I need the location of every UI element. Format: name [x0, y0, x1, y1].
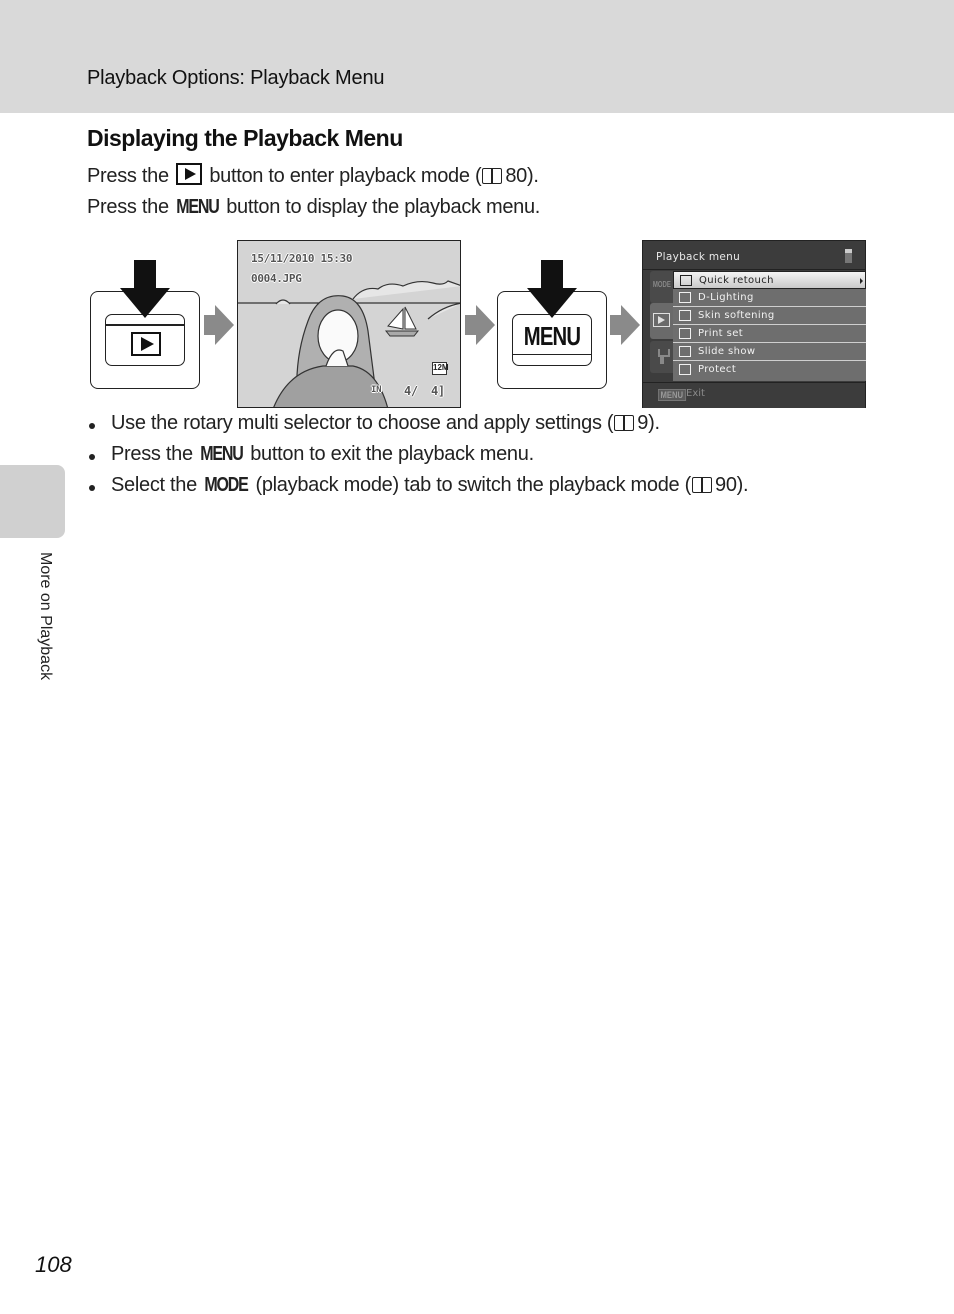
- step2-text-before: Press the: [87, 196, 169, 218]
- photo-file-name: 0004.JPG: [251, 272, 302, 285]
- key-icon: [679, 364, 691, 375]
- menu-item-quick-retouch[interactable]: Quick retouch: [673, 271, 866, 289]
- arrow-head: [120, 288, 170, 318]
- key-line: [513, 353, 591, 355]
- list-item-text: Press the MENU button to exit the playba…: [111, 443, 534, 466]
- list-item-text: Use the rotary multi selector to choose …: [111, 412, 660, 435]
- playback-button-key: [105, 314, 185, 366]
- page-number: 108: [35, 1252, 72, 1277]
- step-arrow-icon: [610, 305, 640, 345]
- running-title: Playback Options: Playback Menu: [87, 67, 385, 89]
- menu-item-d-lighting[interactable]: D-Lighting: [673, 289, 866, 307]
- bullet-dot: [89, 423, 95, 429]
- tab-mode[interactable]: MODE: [650, 271, 673, 303]
- tab-playback[interactable]: [650, 303, 673, 339]
- header-band: Playback Options: Playback Menu: [0, 0, 954, 113]
- arrow-head: [476, 305, 495, 345]
- bullet2-text-before: Press the: [111, 443, 193, 465]
- bullet1-close: ).: [648, 412, 660, 434]
- menu-button-glyph: MENU: [176, 196, 220, 218]
- bullet3-close: ).: [736, 474, 749, 496]
- book-reference-icon: [482, 168, 503, 184]
- quick-retouch-icon: [680, 275, 692, 286]
- press-down-arrow-icon: [120, 260, 170, 320]
- bullet-dot: [89, 485, 95, 491]
- playback-screen-illustration: 15/11/2010 15:30 0004.JPG 12M IN 4/ 4]: [237, 240, 461, 408]
- arrow-shaft: [541, 260, 563, 290]
- camera-menu-title: Playback menu: [656, 251, 741, 263]
- playback-menu-screen: Playback menu MODE Quick retouch D-Light…: [642, 240, 866, 408]
- bullet1-text: Use the rotary multi selector to choose …: [111, 412, 614, 434]
- menu-button-label: MENU: [523, 321, 581, 351]
- step1-ref-page[interactable]: 80: [505, 165, 527, 187]
- bullet1-ref-page[interactable]: 9: [637, 412, 648, 434]
- camera-menu-footer: MENU Exit: [643, 382, 865, 408]
- arrow-shaft: [134, 260, 156, 290]
- chapter-tab: [0, 465, 65, 538]
- menu-button-key: MENU: [512, 314, 592, 366]
- bullet3-text-before: Select the: [111, 474, 197, 496]
- step-display-menu: Press the MENU button to display the pla…: [87, 196, 540, 219]
- menu-item-label: Protect: [698, 364, 737, 375]
- menu-button-badge: MENU: [658, 389, 686, 401]
- menu-item-protect[interactable]: Protect: [673, 361, 866, 379]
- step2-text-after: button to display the playback menu.: [226, 196, 541, 218]
- arrow-head: [527, 288, 577, 318]
- bullet3-ref-page[interactable]: 90: [715, 474, 737, 496]
- playback-tab-icon: [653, 313, 670, 327]
- tab-setup[interactable]: [650, 341, 673, 373]
- photo-drawing: [238, 280, 460, 407]
- photo-date-time: 15/11/2010 15:30: [251, 252, 353, 265]
- arrow-head: [621, 305, 640, 345]
- book-reference-icon: [614, 415, 635, 431]
- exit-label: Exit: [686, 388, 705, 399]
- step1-text-after: button to enter playback mode (: [209, 165, 482, 187]
- bullet2-text-after: button to exit the playback menu.: [250, 443, 534, 465]
- key-line: [106, 324, 184, 326]
- menu-item-print-set[interactable]: Print set: [673, 325, 866, 343]
- step1-text-before: Press the: [87, 165, 169, 187]
- menu-item-slide-show[interactable]: Slide show: [673, 343, 866, 361]
- chevron-right-icon: [860, 278, 863, 284]
- image-size-badge: 12M: [432, 362, 449, 375]
- internal-memory-icon: IN: [371, 385, 382, 395]
- menu-item-label: Slide show: [698, 346, 756, 357]
- menu-item-label: Skin softening: [698, 310, 775, 321]
- frame-number: 4/: [404, 384, 418, 398]
- menu-item-label: Print set: [698, 328, 744, 339]
- play-icon: [131, 332, 161, 356]
- step-arrow-icon: [465, 305, 495, 345]
- book-reference-icon: [692, 477, 712, 493]
- scroll-indicator: [845, 249, 852, 263]
- divider: [643, 269, 865, 270]
- menu-button-glyph: MENU: [200, 443, 244, 465]
- step-enter-playback: Press the button to enter playback mode …: [87, 163, 539, 188]
- bullet3-text-after: (playback mode) tab to switch the playba…: [255, 474, 691, 496]
- section-title: Displaying the Playback Menu: [87, 125, 403, 151]
- menu-tabs: MODE: [650, 271, 673, 379]
- wrench-icon: [658, 349, 670, 365]
- list-item-text: Select the MODE (playback mode) tab to s…: [111, 474, 749, 497]
- playback-menu-list: Quick retouch D-Lighting Skin softening …: [673, 271, 866, 381]
- step1-close: ).: [526, 165, 539, 187]
- step-arrow-icon: [204, 305, 234, 345]
- printer-icon: [679, 328, 691, 339]
- menu-item-label: Quick retouch: [699, 275, 774, 286]
- total-frames: 4]: [431, 384, 445, 398]
- bullet-dot: [89, 454, 95, 460]
- chapter-tab-label: More on Playback: [37, 552, 54, 681]
- playback-button-icon: [176, 163, 203, 185]
- press-down-arrow-icon: [527, 260, 577, 320]
- arrow-head: [215, 305, 234, 345]
- mode-tab-label: MODE: [652, 280, 671, 289]
- menu-item-label: D-Lighting: [698, 292, 754, 303]
- slide-show-icon: [679, 346, 691, 357]
- d-lighting-icon: [679, 292, 691, 303]
- mode-button-glyph: MODE: [204, 474, 249, 496]
- menu-item-skin-softening[interactable]: Skin softening: [673, 307, 866, 325]
- skin-softening-icon: [679, 310, 691, 321]
